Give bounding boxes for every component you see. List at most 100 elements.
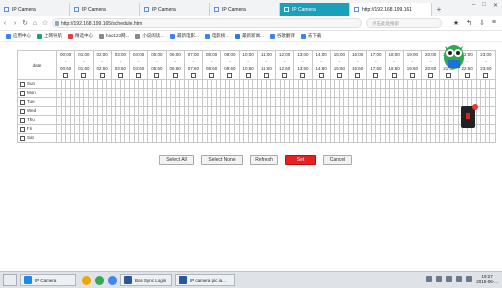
hour-column-header: 15:00 - 15:60 [329, 50, 350, 80]
day-select-checkbox[interactable] [20, 90, 25, 96]
refresh-button[interactable]: Refresh [250, 155, 278, 165]
hour-select-checkbox[interactable] [428, 73, 434, 79]
widget-glyph [466, 113, 470, 119]
set-button[interactable]: Set [285, 155, 316, 165]
hour-separator: - [156, 59, 158, 64]
browser-tab[interactable]: IP Camera [0, 3, 70, 16]
hour-select-checkbox[interactable] [117, 73, 123, 79]
bookmark-item[interactable]: 精选中心 [68, 33, 93, 39]
hour-select-checkbox[interactable] [81, 73, 87, 79]
chat-icon[interactable] [95, 275, 104, 285]
day-select-checkbox[interactable] [20, 99, 25, 105]
day-select-checkbox[interactable] [20, 81, 25, 87]
browser-tab[interactable]: http://192.168.199.161 [350, 3, 432, 16]
hour-select-checkbox[interactable] [190, 73, 196, 79]
volume-icon[interactable] [466, 276, 473, 282]
hour-select-checkbox[interactable] [464, 73, 470, 79]
bookmark-item[interactable]: 应用中心 [6, 33, 31, 39]
browser-tab[interactable]: IP Camera [210, 3, 280, 16]
hour-select-checkbox[interactable] [483, 73, 489, 79]
hour-separator: - [101, 59, 103, 64]
hour-select-checkbox[interactable] [154, 73, 160, 79]
hour-select-checkbox[interactable] [409, 73, 415, 79]
hour-select-checkbox[interactable] [99, 73, 105, 79]
schedule-slot[interactable] [489, 133, 496, 143]
taskbar-item[interactable]: Bos Sync Login [120, 274, 172, 286]
hour-select-checkbox[interactable] [300, 73, 306, 79]
bookmark-item[interactable]: hao123网... [99, 33, 129, 39]
browser-icon[interactable] [82, 275, 91, 285]
hour-select-checkbox[interactable] [355, 73, 361, 79]
download-icon[interactable]: ⇩ [479, 19, 485, 27]
schedule-slot[interactable] [489, 97, 496, 107]
home-icon[interactable]: ⌂ [30, 20, 40, 27]
search-input[interactable]: 点击此处搜索 [366, 18, 442, 28]
star-icon[interactable]: ★ [453, 19, 459, 27]
browser-tab[interactable]: IP Camera [140, 3, 210, 16]
tray-icon[interactable] [436, 276, 443, 282]
minimize-icon[interactable]: – [472, 2, 475, 9]
app-icon[interactable] [108, 275, 117, 285]
bookmark-item[interactable]: 小说阅读... [135, 33, 164, 39]
owl-widget-icon[interactable] [443, 42, 465, 72]
schedule-slot[interactable] [489, 79, 496, 89]
taskbar: IP Camera Bos Sync Login IP camera pic i… [0, 271, 502, 288]
share-icon[interactable]: ↰ [466, 19, 472, 27]
select-none-button[interactable]: Select None [201, 155, 243, 165]
app-icon [24, 276, 32, 284]
restore-icon[interactable]: □ [482, 2, 486, 9]
hour-select-checkbox[interactable] [172, 73, 178, 79]
start-button[interactable] [3, 274, 17, 286]
bookmark-item[interactable]: 上网导航 [37, 33, 62, 39]
hour-end-label: 23:60 [480, 66, 492, 71]
hour-select-checkbox[interactable] [373, 73, 379, 79]
browser-tab-active[interactable]: IP Camera [280, 3, 350, 16]
day-select-checkbox[interactable] [20, 108, 25, 114]
schedule-slot[interactable] [489, 115, 496, 125]
hour-select-checkbox[interactable] [282, 73, 288, 79]
floating-widget-icon[interactable] [461, 104, 478, 128]
day-select-checkbox[interactable] [20, 117, 25, 123]
taskbar-item[interactable]: IP camera pic ia... [175, 274, 235, 286]
bookmark-item[interactable]: 谷歌翻译 [269, 33, 295, 39]
schedule-slot[interactable] [489, 88, 496, 98]
hour-start-label: 00:00 [59, 52, 72, 57]
close-icon[interactable]: ✕ [493, 2, 498, 9]
schedule-slot[interactable] [489, 124, 496, 134]
hour-select-checkbox[interactable] [63, 73, 69, 79]
hour-select-checkbox[interactable] [245, 73, 251, 79]
network-icon[interactable] [456, 276, 463, 282]
hour-select-checkbox[interactable] [318, 73, 324, 79]
hour-column-header: 09:00 - 09:60 [220, 50, 240, 80]
day-select-checkbox[interactable] [20, 126, 25, 132]
day-select-checkbox[interactable] [20, 135, 25, 141]
bookmark-item[interactable]: 电影榜... [204, 33, 229, 39]
hour-select-checkbox[interactable] [391, 73, 397, 79]
taskbar-item[interactable]: IP Camera [20, 274, 76, 286]
hour-select-checkbox[interactable] [136, 73, 142, 79]
clock[interactable]: 19:27 2015-06-... [476, 274, 498, 284]
menu-icon[interactable]: ≡ [492, 19, 496, 27]
new-tab-button[interactable]: + [432, 3, 446, 16]
tray-icon[interactable] [446, 276, 453, 282]
hour-select-checkbox[interactable] [227, 73, 233, 79]
address-bar[interactable]: http://192.168.199.165/schedule.htm [52, 18, 362, 28]
bookmark-item[interactable]: 最新新闻... [235, 33, 264, 39]
reload-icon[interactable]: ↻ [20, 19, 30, 27]
bookmark-icon [6, 33, 11, 39]
bookmark-item[interactable]: 最新电影... [170, 33, 199, 39]
hour-select-checkbox[interactable] [209, 73, 215, 79]
forward-icon[interactable]: › [10, 20, 20, 27]
hour-select-checkbox[interactable] [263, 73, 269, 79]
browser-tab[interactable]: IP Camera [70, 3, 140, 16]
schedule-slot[interactable] [489, 106, 496, 116]
back-icon[interactable]: ‹ [0, 20, 10, 27]
tray-icon[interactable] [426, 276, 433, 282]
bookmark-icon[interactable]: ☆ [40, 19, 50, 27]
select-all-button[interactable]: Select All [159, 155, 194, 165]
bookmark-item[interactable]: 去下载 [300, 33, 321, 39]
hour-end-label: 07:60 [187, 66, 199, 71]
cancel-button[interactable]: Cancel [323, 155, 352, 165]
hour-select-checkbox[interactable] [336, 73, 342, 79]
hour-select-checkbox[interactable] [446, 73, 452, 79]
